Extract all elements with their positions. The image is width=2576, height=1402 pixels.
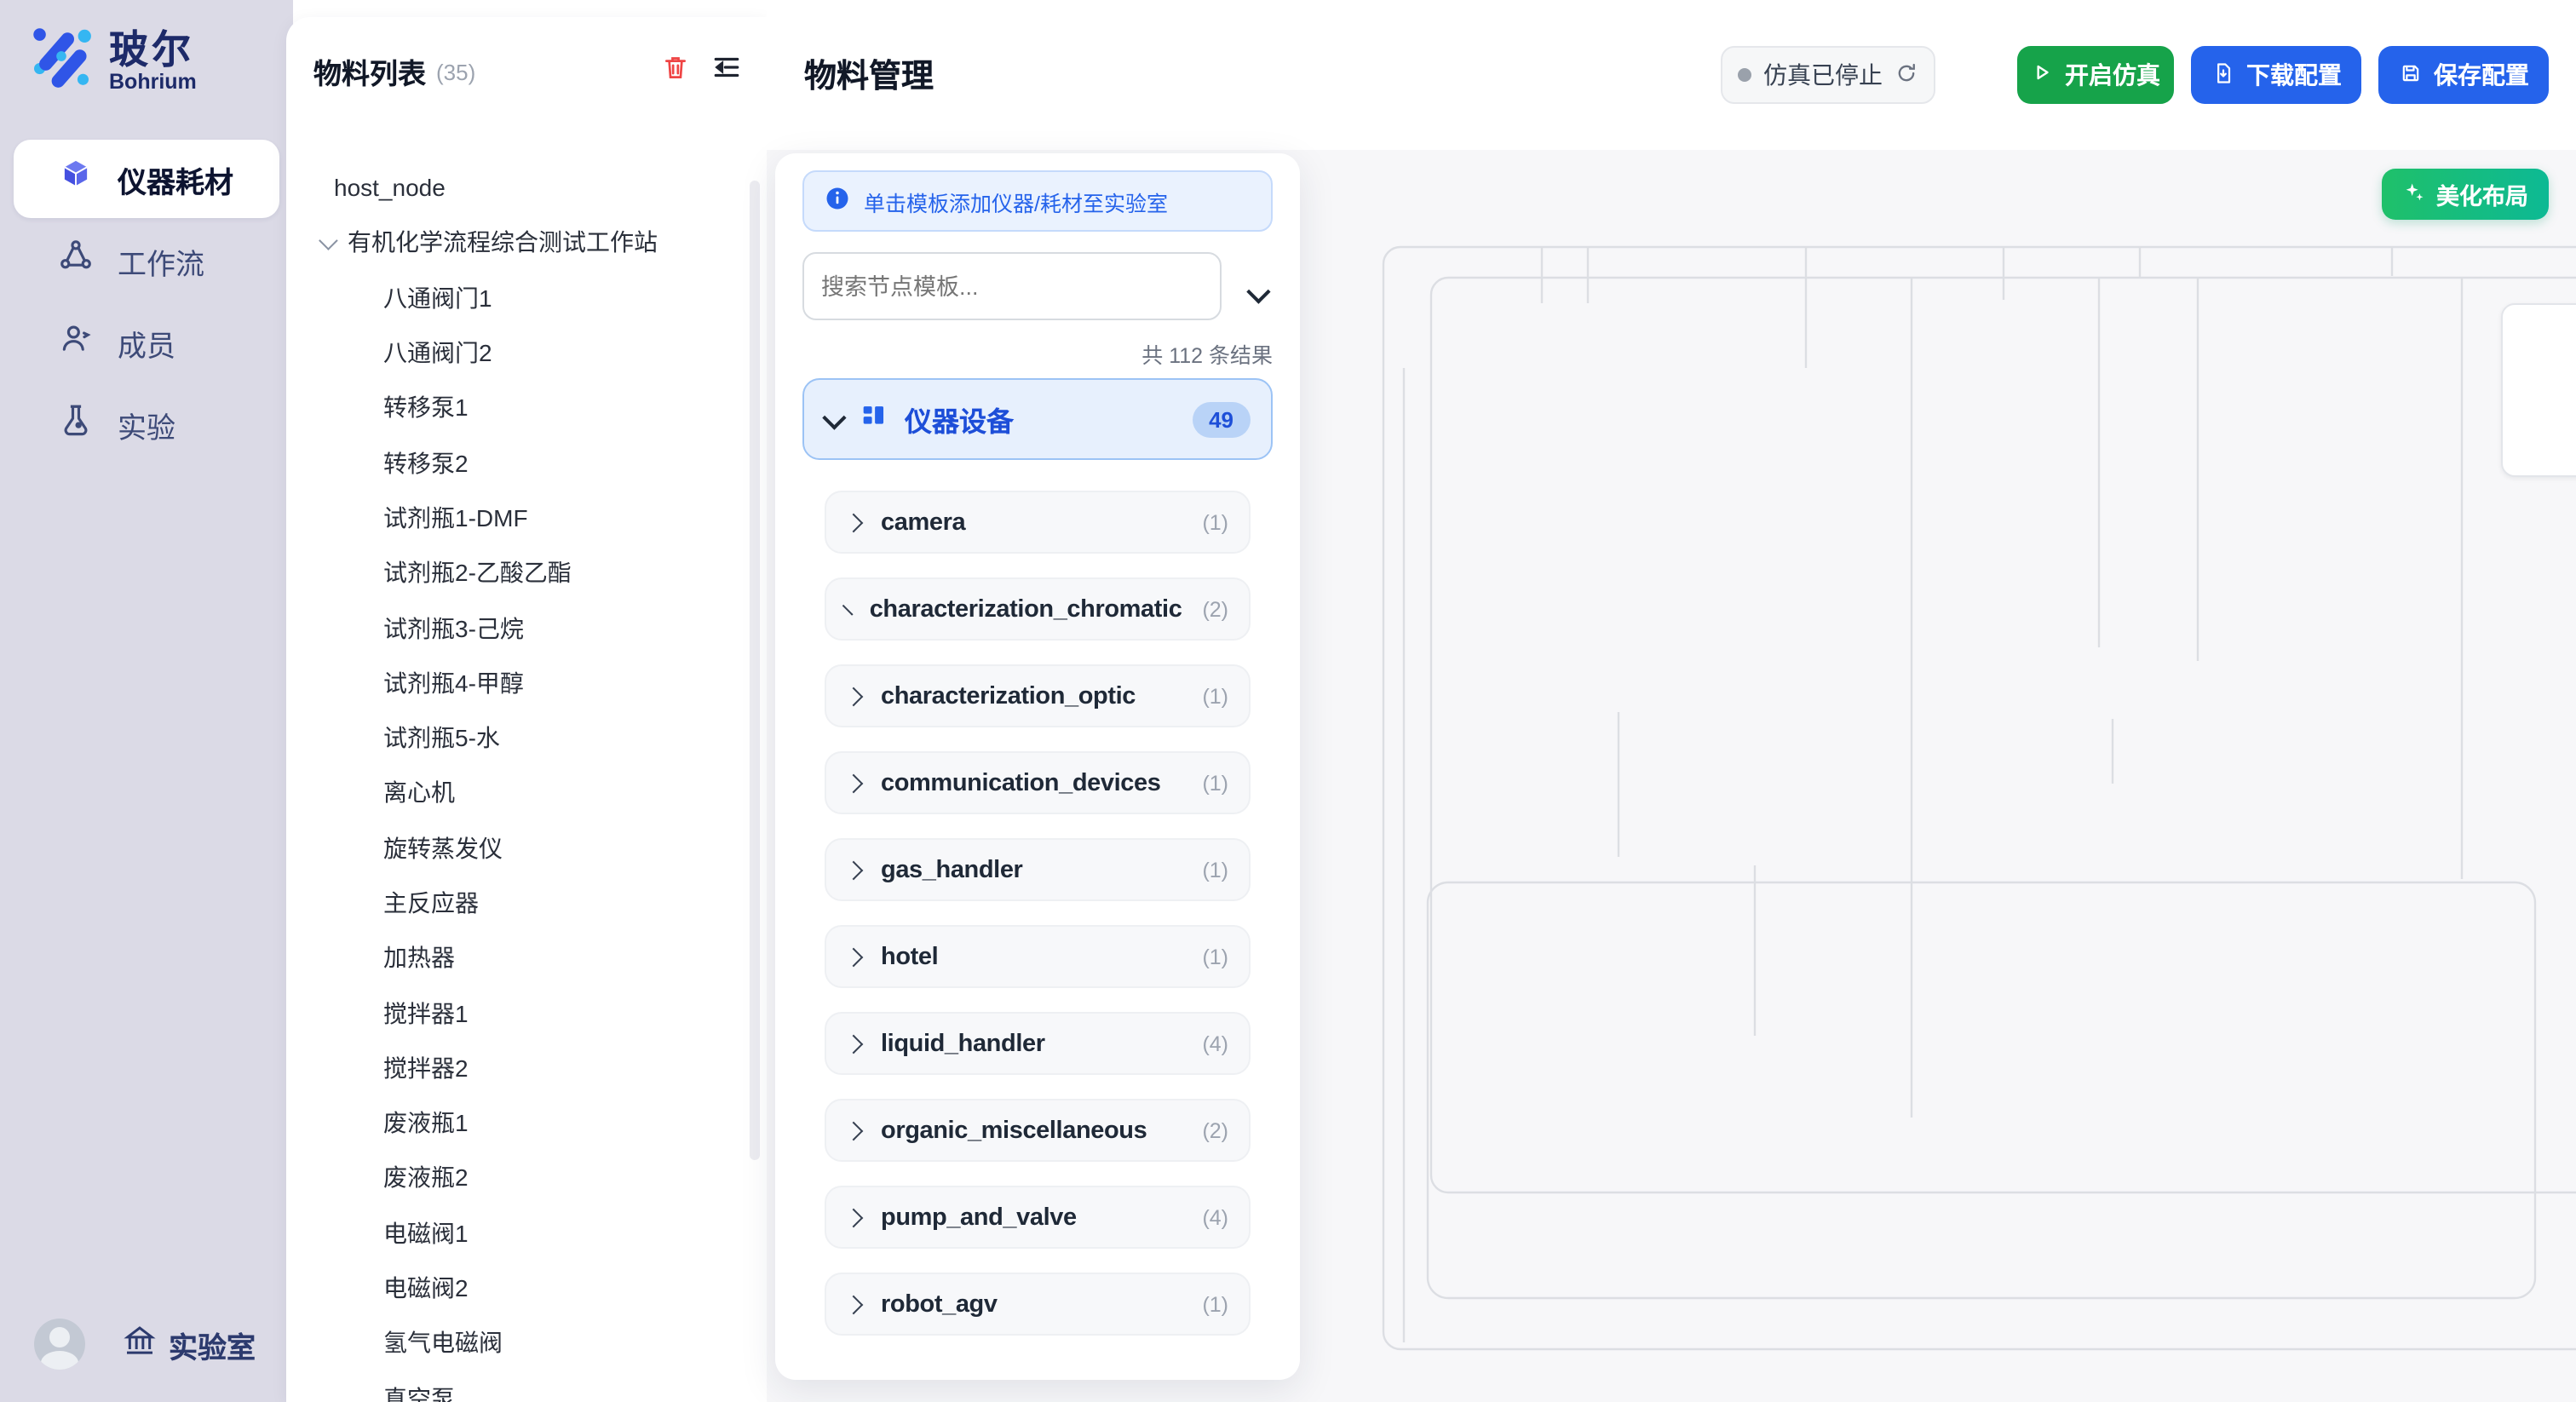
tree-item-19[interactable]: 氢气电磁阀 bbox=[286, 1315, 750, 1370]
materials-count: (35) bbox=[436, 59, 475, 84]
category-instruments-header[interactable]: 仪器设备 49 bbox=[802, 378, 1273, 460]
app-sidebar: 玻尔 Bohrium 仪器耗材工作流成员实验 实验室 bbox=[0, 0, 293, 1402]
category-list: camera(1) characterization_chromatic(2)ch… bbox=[825, 491, 1251, 1359]
sidebar-nav: 仪器耗材工作流成员实验 bbox=[0, 136, 293, 467]
logo-cn: 玻尔 bbox=[109, 28, 197, 69]
sidebar-item-workflow[interactable]: 工作流 bbox=[14, 221, 279, 300]
start-simulation-button[interactable]: 开启仿真 bbox=[2017, 46, 2174, 104]
collapse-all-icon[interactable] bbox=[1249, 279, 1266, 310]
category-row-liquid_handler[interactable]: liquid_handler(4) bbox=[825, 1012, 1251, 1075]
tree-item-3[interactable]: 转移泵2 bbox=[286, 435, 750, 491]
tree-item-14[interactable]: 搅拌器2 bbox=[286, 1041, 750, 1096]
category-row-hotel[interactable]: hotel(1) bbox=[825, 925, 1251, 988]
materials-title: 物料列表 bbox=[313, 51, 426, 92]
status-dot-icon bbox=[1738, 68, 1751, 82]
sparkles-icon bbox=[2402, 180, 2426, 209]
search-input[interactable] bbox=[802, 252, 1222, 320]
tree-item-0[interactable]: 八通阀门1 bbox=[286, 270, 750, 325]
category-row-pump_and_valve[interactable]: pump_and_valve(4) bbox=[825, 1186, 1251, 1249]
template-hint-banner: 单击模板添加仪器/耗材至实验室 bbox=[802, 170, 1273, 232]
sidebar-item-members[interactable]: 成员 bbox=[14, 303, 279, 382]
workflow-icon bbox=[58, 238, 94, 283]
tree-item-20[interactable]: 真空泵 bbox=[286, 1370, 750, 1402]
category-row-robot_agv[interactable]: robot_agv(1) bbox=[825, 1273, 1251, 1336]
logo-en: Bohrium bbox=[109, 69, 197, 93]
sidebar-item-laboratory[interactable]: 实验室 bbox=[123, 1323, 256, 1365]
category-count-badge: 49 bbox=[1192, 401, 1251, 437]
category-row-communication_devices[interactable]: communication_devices(1) bbox=[825, 751, 1251, 814]
category-row-characterization_optic[interactable]: characterization_optic(1) bbox=[825, 664, 1251, 727]
category-row-camera[interactable]: camera(1) bbox=[825, 491, 1251, 554]
materials-panel: 物料列表 (35) host_node有机化学流程综合测试工作站八通阀门1八通阀… bbox=[286, 17, 767, 1402]
logo: 玻尔 Bohrium bbox=[27, 22, 197, 99]
tree-item-5[interactable]: 试剂瓶2-乙酸乙酯 bbox=[286, 545, 750, 600]
save-icon bbox=[2398, 60, 2422, 89]
tree-item-10[interactable]: 旋转蒸发仪 bbox=[286, 820, 750, 876]
bank-icon bbox=[123, 1323, 157, 1365]
beautify-layout-button[interactable]: 美化布局 bbox=[2382, 169, 2549, 220]
experiments-icon bbox=[58, 402, 94, 446]
chevron-down-icon bbox=[319, 232, 338, 251]
trash-icon[interactable] bbox=[661, 53, 690, 90]
materials-tree: host_node有机化学流程综合测试工作站八通阀门1八通阀门2转移泵1转移泵2… bbox=[286, 160, 750, 1402]
tree-item-6[interactable]: 试剂瓶3-己烷 bbox=[286, 600, 750, 656]
tree-item-16[interactable]: 废液瓶2 bbox=[286, 1151, 750, 1206]
tree-item-13[interactable]: 搅拌器1 bbox=[286, 985, 750, 1041]
chevron-right-icon bbox=[844, 947, 864, 967]
chevron-right-icon bbox=[844, 513, 864, 532]
chevron-right-icon bbox=[844, 773, 864, 793]
main-header: 物料管理 仿真已停止 开启仿真 下载配置 bbox=[767, 0, 2576, 150]
tree-item-17[interactable]: 电磁阀1 bbox=[286, 1205, 750, 1261]
app-window: 玻尔 Bohrium 仪器耗材工作流成员实验 实验室 物料列表 (35) bbox=[0, 0, 2576, 1402]
download-file-icon bbox=[2211, 60, 2234, 89]
template-panel: 单击模板添加仪器/耗材至实验室 共 112 条结果 仪器设备 49 camera… bbox=[775, 153, 1300, 1380]
tree-item-9[interactable]: 离心机 bbox=[286, 766, 750, 821]
tree-item-1[interactable]: 八通阀门2 bbox=[286, 325, 750, 381]
category-row-organic_miscellaneous[interactable]: organic_miscellaneous(2) bbox=[825, 1099, 1251, 1162]
chevron-right-icon bbox=[844, 1295, 864, 1314]
info-icon bbox=[825, 186, 850, 216]
tree-item-15[interactable]: 废液瓶1 bbox=[286, 1095, 750, 1151]
tree-item-8[interactable]: 试剂瓶5-水 bbox=[286, 710, 750, 766]
chevron-right-icon bbox=[844, 1121, 864, 1141]
materials-scrollbar[interactable] bbox=[750, 181, 760, 1160]
tree-item-host-node[interactable]: host_node bbox=[286, 160, 750, 215]
tree-item-7[interactable]: 试剂瓶4-甲醇 bbox=[286, 655, 750, 710]
graph-node-hidden-0[interactable] bbox=[2501, 303, 2576, 477]
tree-item-12[interactable]: 加热器 bbox=[286, 930, 750, 985]
bohrium-logo-icon bbox=[27, 22, 95, 99]
sidebar-item-experiments[interactable]: 实验 bbox=[14, 385, 279, 463]
instruments-icon bbox=[58, 157, 94, 201]
avatar[interactable] bbox=[34, 1319, 85, 1370]
members-icon bbox=[58, 320, 94, 365]
chevron-down-icon bbox=[822, 405, 846, 429]
collapse-list-icon[interactable] bbox=[710, 51, 743, 92]
category-row-characterization_chromatic[interactable]: characterization_chromatic(2) bbox=[825, 577, 1251, 641]
chevron-right-icon bbox=[844, 1034, 864, 1054]
tree-item-4[interactable]: 试剂瓶1-DMF bbox=[286, 491, 750, 546]
tree-item-workstation[interactable]: 有机化学流程综合测试工作站 bbox=[286, 215, 750, 271]
download-config-button[interactable]: 下载配置 bbox=[2191, 46, 2361, 104]
play-icon bbox=[2031, 61, 2053, 89]
chevron-right-icon bbox=[842, 603, 854, 614]
save-config-button[interactable]: 保存配置 bbox=[2378, 46, 2549, 104]
tree-item-11[interactable]: 主反应器 bbox=[286, 876, 750, 931]
refresh-icon[interactable] bbox=[1895, 60, 1918, 89]
chevron-right-icon bbox=[844, 687, 864, 706]
result-count: 共 112 条结果 bbox=[1141, 337, 1273, 370]
sim-status-pill[interactable]: 仿真已停止 bbox=[1721, 46, 1935, 104]
page-title: 物料管理 bbox=[804, 51, 934, 97]
tree-item-2[interactable]: 转移泵1 bbox=[286, 380, 750, 435]
chevron-right-icon bbox=[844, 1208, 864, 1227]
chevron-right-icon bbox=[844, 860, 864, 880]
grid-icon bbox=[859, 400, 888, 438]
category-row-gas_handler[interactable]: gas_handler(1) bbox=[825, 838, 1251, 901]
tree-item-18[interactable]: 电磁阀2 bbox=[286, 1261, 750, 1316]
sidebar-item-instruments[interactable]: 仪器耗材 bbox=[14, 140, 279, 218]
